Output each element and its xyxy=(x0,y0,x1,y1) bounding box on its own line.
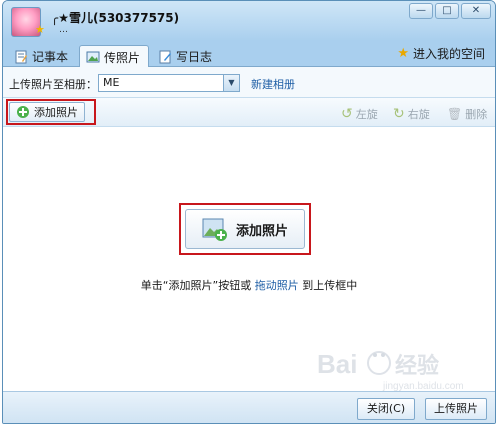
diary-icon xyxy=(159,50,171,63)
rotate-right-button[interactable]: ↻ 右旋 xyxy=(393,106,430,122)
minimize-button[interactable]: — xyxy=(409,3,433,19)
rotate-left-button[interactable]: ↺ 左旋 xyxy=(341,106,378,122)
hint-prefix: 单击“添加照片”按钮或 xyxy=(140,279,252,292)
hint-drag-link[interactable]: 拖动照片 xyxy=(255,279,299,292)
chevron-down-icon[interactable]: ▼ xyxy=(223,75,239,91)
maximize-button[interactable]: □ xyxy=(435,3,459,19)
highlight-box-main xyxy=(179,203,311,255)
upload-hint: 单击“添加照片”按钮或 拖动照片 到上传框中 xyxy=(3,277,495,293)
rotate-left-label: 左旋 xyxy=(355,108,378,121)
delete-label: 删除 xyxy=(465,108,488,121)
hint-suffix: 到上传框中 xyxy=(302,279,358,292)
my-space-label: 进入我的空间 xyxy=(412,47,485,61)
title-bar: ★ ╭★雪儿(530377575) … — □ ✕ xyxy=(3,1,495,41)
photo-icon xyxy=(86,51,100,63)
album-select[interactable]: ME ▼ xyxy=(98,74,240,92)
window-subtitle: … xyxy=(59,25,68,35)
my-space-link[interactable]: ★ 进入我的空间 xyxy=(397,45,485,62)
rotate-right-icon: ↻ xyxy=(393,106,405,122)
baidu-watermark: Bai 经验 jingyan.baidu.com xyxy=(313,343,493,393)
album-row: 上传照片至相册： ME ▼ 新建相册 xyxy=(3,67,495,97)
close-window-button[interactable]: ✕ xyxy=(461,3,491,19)
upload-photo-button[interactable]: 上传照片 xyxy=(425,398,487,420)
trash-icon: 🗑 xyxy=(447,107,463,121)
new-album-link[interactable]: 新建相册 xyxy=(251,76,295,92)
rotate-right-label: 右旋 xyxy=(407,108,430,121)
tab-upload-photo[interactable]: 传照片 xyxy=(79,45,150,68)
tab-notepad-label: 记事本 xyxy=(32,50,69,64)
album-label: 上传照片至相册： xyxy=(9,78,97,91)
tab-notepad[interactable]: 记事本 xyxy=(7,45,77,67)
star-badge-icon: ★ xyxy=(35,23,45,36)
rotate-left-icon: ↺ xyxy=(341,106,353,122)
baidu-logo-icon: Bai 经验 jingyan.baidu.com xyxy=(317,349,464,392)
svg-text:Bai: Bai xyxy=(317,349,357,379)
tab-write-diary-label: 写日志 xyxy=(176,50,213,64)
svg-text:经验: 经验 xyxy=(395,353,439,379)
svg-text:jingyan.baidu.com: jingyan.baidu.com xyxy=(382,381,464,392)
window-controls: — □ ✕ xyxy=(407,3,491,19)
highlight-box-toolbar xyxy=(6,99,96,125)
tab-write-diary[interactable]: 写日志 xyxy=(151,45,221,67)
notepad-icon xyxy=(15,50,27,63)
tab-upload-photo-label: 传照片 xyxy=(104,50,141,65)
delete-button[interactable]: 🗑 删除 xyxy=(447,106,487,122)
photo-upload-window: ★ ╭★雪儿(530377575) … — □ ✕ 记事本 传照片 写日志 ★ … xyxy=(2,0,496,424)
footer-bar: 关闭(C) 上传照片 xyxy=(3,391,495,423)
star-icon: ★ xyxy=(397,46,409,61)
close-button[interactable]: 关闭(C) xyxy=(357,398,415,420)
album-selected-value: ME xyxy=(103,76,120,89)
window-title: ╭★雪儿(530377575) xyxy=(51,11,180,25)
